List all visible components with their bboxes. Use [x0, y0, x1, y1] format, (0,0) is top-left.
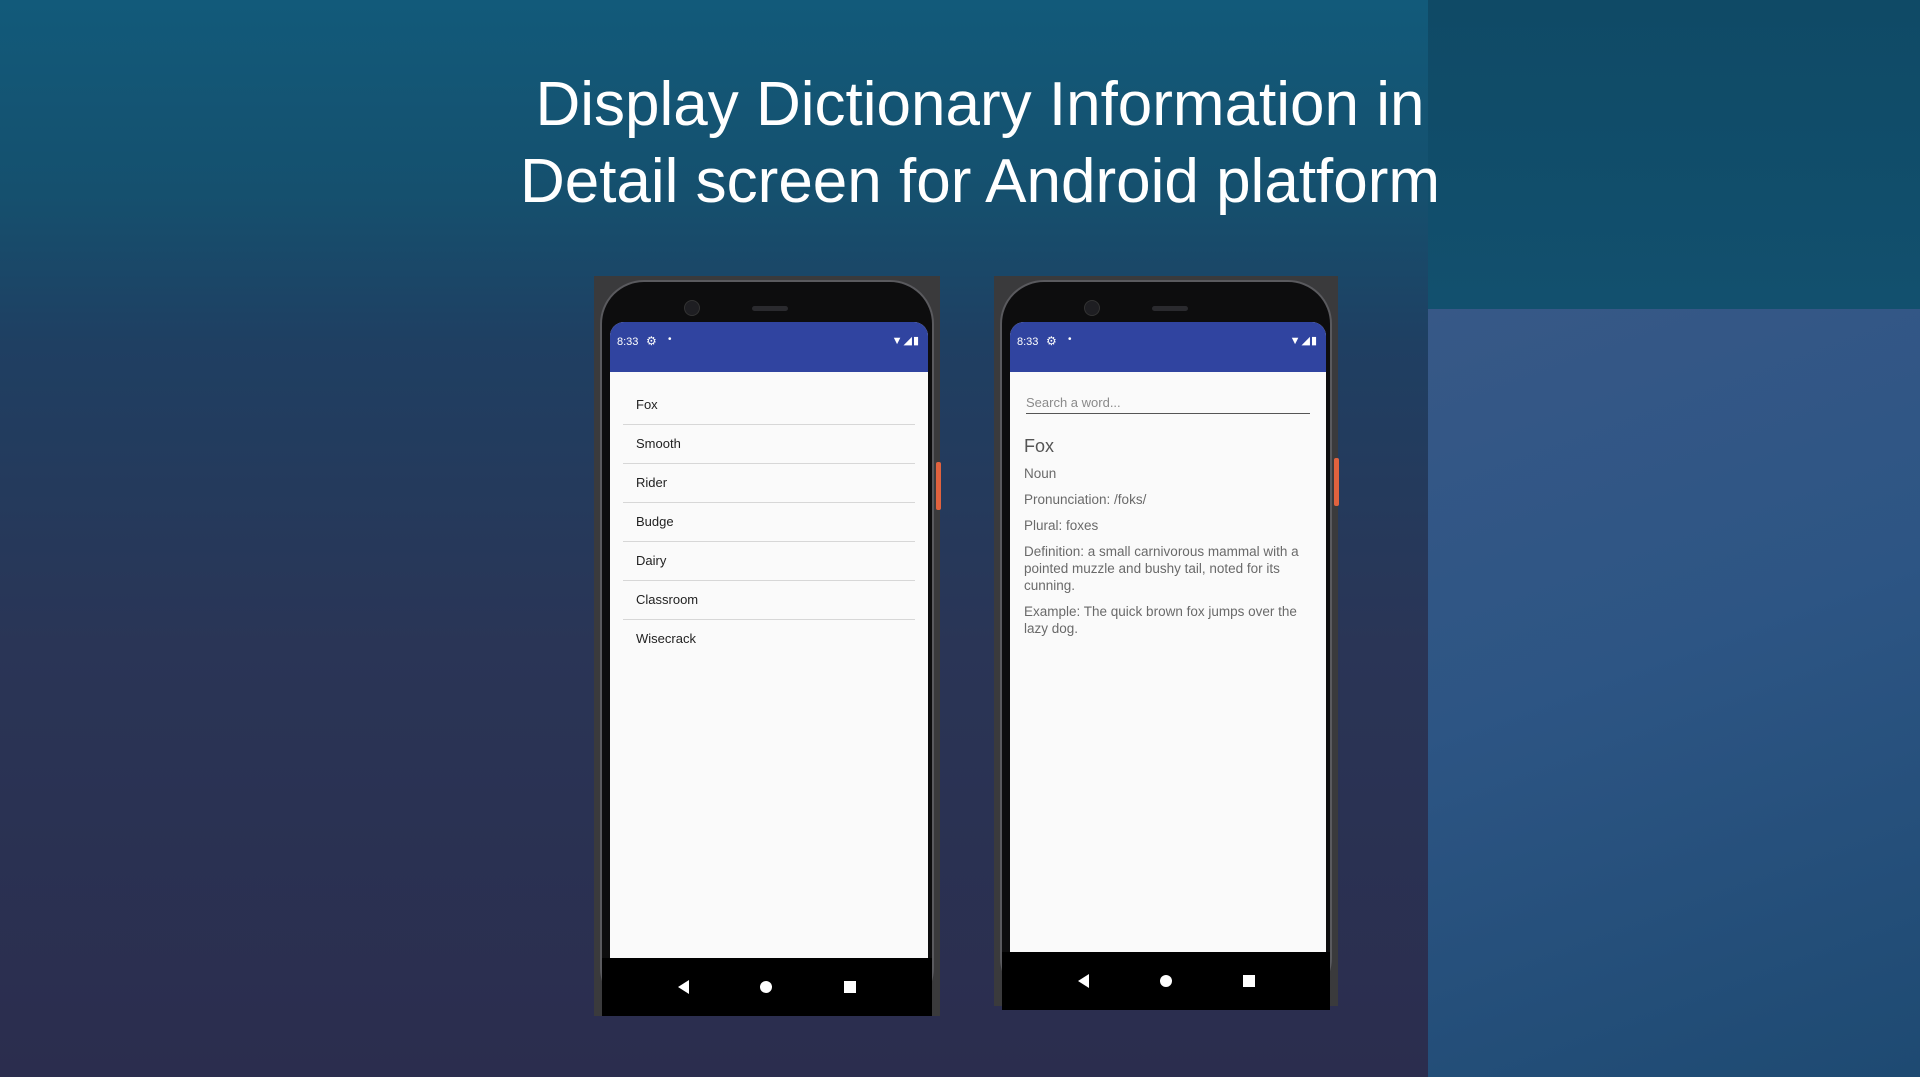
- phone-left-screen: 8:33 ⚙ • ▼◢▮ Fox Smooth Rider Budge Dair…: [610, 322, 928, 958]
- status-time: 8:33: [617, 336, 639, 348]
- list-item-classroom[interactable]: Classroom: [623, 581, 915, 620]
- list-item-budge[interactable]: Budge: [623, 503, 915, 542]
- status-time: 8:33: [1017, 336, 1039, 348]
- navigation-bar: [1002, 952, 1330, 1010]
- notification-dot-icon: •: [668, 334, 672, 345]
- list-item-wisecrack[interactable]: Wisecrack: [623, 620, 915, 659]
- phone-left-frame: 8:33 ⚙ • ▼◢▮ Fox Smooth Rider Budge Dair…: [594, 276, 941, 1016]
- speaker-grille: [1152, 306, 1188, 311]
- wifi-signal-battery-icon: ▼◢▮: [1289, 335, 1318, 347]
- search-input[interactable]: [1026, 392, 1310, 414]
- phone-right-screen: 8:33 ⚙ • ▼◢▮ Fox Noun Pronunciation: /fo…: [1010, 322, 1326, 952]
- front-camera-icon: [1084, 300, 1100, 316]
- slide-title-line2: Detail screen for Android platform: [519, 147, 1441, 216]
- settings-gear-icon: ⚙: [646, 334, 657, 348]
- list-item-rider[interactable]: Rider: [623, 464, 915, 503]
- home-icon[interactable]: [1159, 975, 1172, 987]
- home-icon[interactable]: [760, 981, 773, 993]
- word-list: Fox Smooth Rider Budge Dairy Classroom W…: [623, 386, 915, 659]
- list-item-fox[interactable]: Fox: [623, 386, 915, 425]
- power-button[interactable]: [936, 462, 941, 510]
- phone-right-body: 8:33 ⚙ • ▼◢▮ Fox Noun Pronunciation: /fo…: [1000, 280, 1339, 1010]
- status-bar: 8:33 ⚙ • ▼◢▮: [1010, 322, 1326, 372]
- slide-title-line1: Display Dictionary Information in: [535, 70, 1425, 139]
- detail-container: Fox Noun Pronunciation: /foks/ Plural: f…: [1010, 372, 1326, 952]
- back-icon[interactable]: [677, 980, 689, 994]
- slide-background-accent-bottom: [1428, 309, 1920, 1077]
- detail-example: Example: The quick brown fox jumps over …: [1024, 604, 1297, 636]
- list-item-smooth[interactable]: Smooth: [623, 425, 915, 464]
- recent-apps-icon[interactable]: [1242, 975, 1255, 987]
- slide-background-accent-top: [1428, 0, 1920, 309]
- slide-title: Display Dictionary Information in Detail…: [500, 66, 1460, 220]
- notification-dot-icon: •: [1068, 334, 1072, 345]
- speaker-grille: [752, 306, 788, 311]
- power-button[interactable]: [1334, 458, 1339, 506]
- phone-right-frame: 8:33 ⚙ • ▼◢▮ Fox Noun Pronunciation: /fo…: [994, 276, 1339, 1010]
- front-camera-icon: [684, 300, 700, 316]
- back-icon[interactable]: [1077, 974, 1089, 988]
- recent-apps-icon[interactable]: [844, 981, 857, 993]
- navigation-bar: [602, 958, 932, 1016]
- wifi-signal-battery-icon: ▼◢▮: [891, 335, 920, 347]
- detail-plural: Plural: foxes: [1024, 518, 1099, 533]
- detail-definition: Definition: a small carnivorous mammal w…: [1024, 544, 1299, 593]
- detail-pronunciation: Pronunciation: /foks/: [1024, 492, 1147, 507]
- word-list-container: Fox Smooth Rider Budge Dairy Classroom W…: [610, 372, 928, 958]
- phone-left-body: 8:33 ⚙ • ▼◢▮ Fox Smooth Rider Budge Dair…: [600, 280, 941, 1016]
- settings-gear-icon: ⚙: [1046, 334, 1057, 348]
- detail-word: Fox: [1024, 436, 1055, 456]
- word-detail: Fox Noun Pronunciation: /foks/ Plural: f…: [1024, 436, 1314, 646]
- list-item-dairy[interactable]: Dairy: [623, 542, 915, 581]
- detail-part-of-speech: Noun: [1024, 466, 1057, 481]
- status-bar: 8:33 ⚙ • ▼◢▮: [610, 322, 928, 372]
